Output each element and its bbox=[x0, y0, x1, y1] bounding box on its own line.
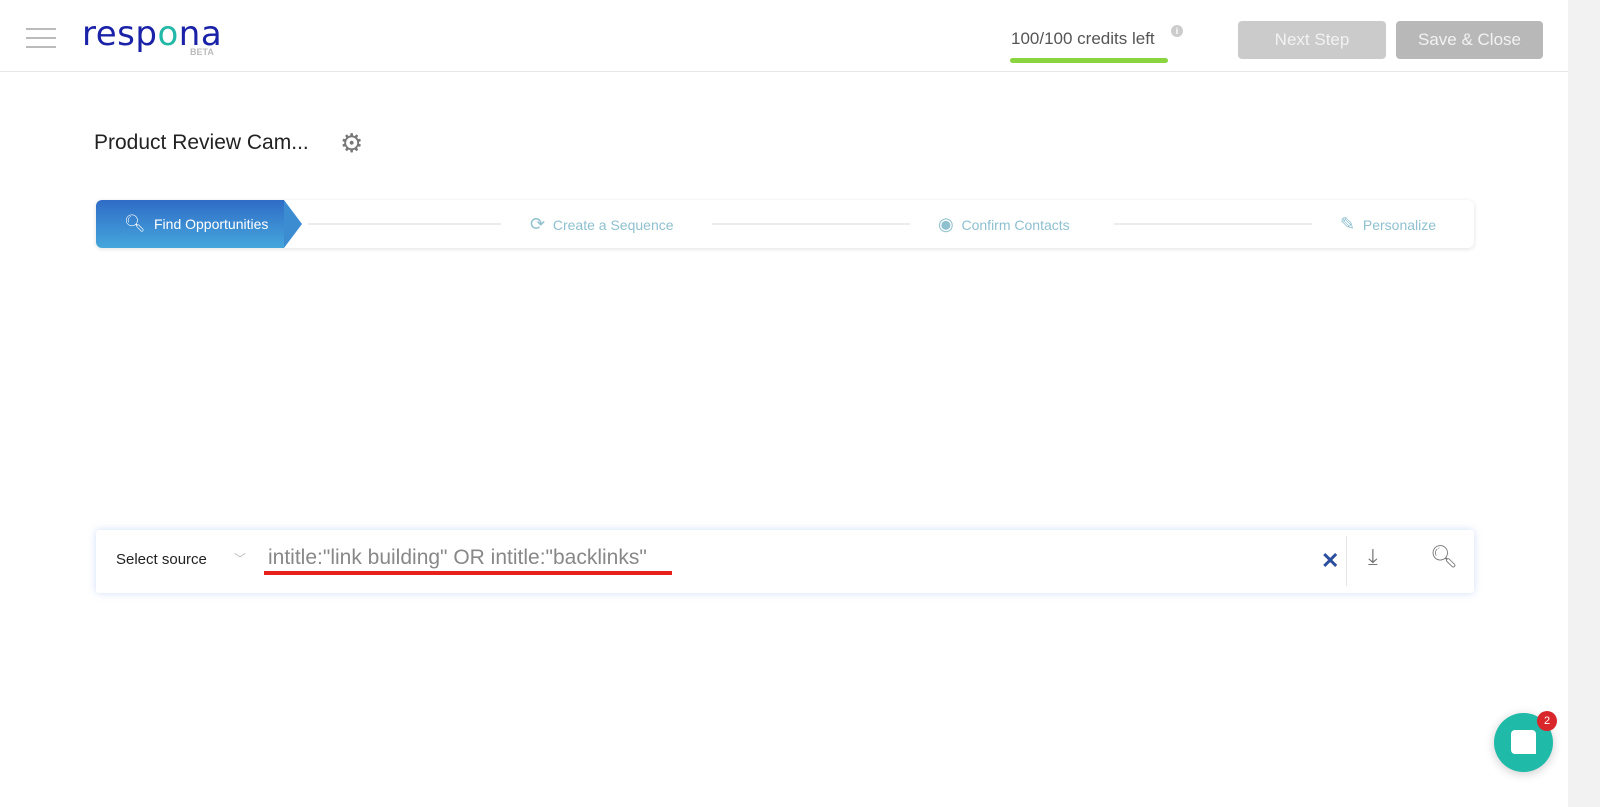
step-arrow bbox=[284, 200, 302, 248]
credits-progress-bar bbox=[1010, 58, 1168, 63]
user-circle-icon: ◉ bbox=[938, 214, 954, 234]
step-label: Find Opportunities bbox=[154, 216, 269, 232]
step-label: Personalize bbox=[1362, 217, 1437, 233]
divider bbox=[1346, 536, 1347, 586]
step-connector bbox=[308, 223, 501, 225]
menu-icon[interactable] bbox=[26, 28, 56, 48]
search-icon[interactable]: 🔍︎ bbox=[1430, 544, 1458, 570]
step-find-opportunities[interactable]: 🔍︎ Find Opportunities bbox=[96, 200, 284, 248]
step-connector bbox=[712, 223, 910, 225]
step-connector bbox=[1114, 223, 1312, 225]
search-bar: Select source ﹀ intitle:"link building" … bbox=[96, 530, 1474, 593]
search-input[interactable]: intitle:"link building" OR intitle:"back… bbox=[268, 546, 647, 570]
refresh-icon: ⟳ bbox=[530, 214, 546, 234]
download-icon[interactable]: ⤓ bbox=[1368, 544, 1378, 570]
next-step-button[interactable]: Next Step bbox=[1238, 21, 1386, 59]
notification-badge: 2 bbox=[1537, 711, 1557, 731]
info-icon[interactable]: i bbox=[1171, 25, 1183, 37]
step-label: Confirm Contacts bbox=[961, 217, 1070, 233]
edit-icon: ✎ bbox=[1340, 214, 1356, 234]
search-icon: 🔍︎ bbox=[124, 214, 146, 233]
highlight-underline bbox=[264, 571, 672, 575]
clear-icon[interactable]: ✕ bbox=[1321, 548, 1339, 574]
save-close-button[interactable]: Save & Close bbox=[1396, 21, 1543, 59]
beta-badge: BETA bbox=[190, 47, 214, 57]
top-bar: respona BETA 100/100 credits left i Next… bbox=[0, 0, 1568, 72]
chat-icon bbox=[1511, 730, 1536, 754]
step-confirm-contacts[interactable]: ◉ Confirm Contacts bbox=[938, 200, 1070, 249]
step-progress: 🔍︎ Find Opportunities ⟳ Create a Sequenc… bbox=[96, 200, 1474, 248]
step-label: Create a Sequence bbox=[552, 217, 674, 233]
gear-icon[interactable]: ⚙ bbox=[340, 128, 363, 159]
source-select[interactable]: Select source bbox=[116, 551, 207, 568]
step-create-sequence[interactable]: ⟳ Create a Sequence bbox=[530, 200, 674, 249]
credits-text: 100/100 credits left bbox=[1011, 29, 1155, 48]
page-title: Product Review Cam... bbox=[94, 131, 309, 154]
step-personalize[interactable]: ✎ Personalize bbox=[1340, 200, 1436, 249]
window-edge bbox=[1568, 0, 1600, 807]
chevron-down-icon[interactable]: ﹀ bbox=[234, 550, 246, 567]
